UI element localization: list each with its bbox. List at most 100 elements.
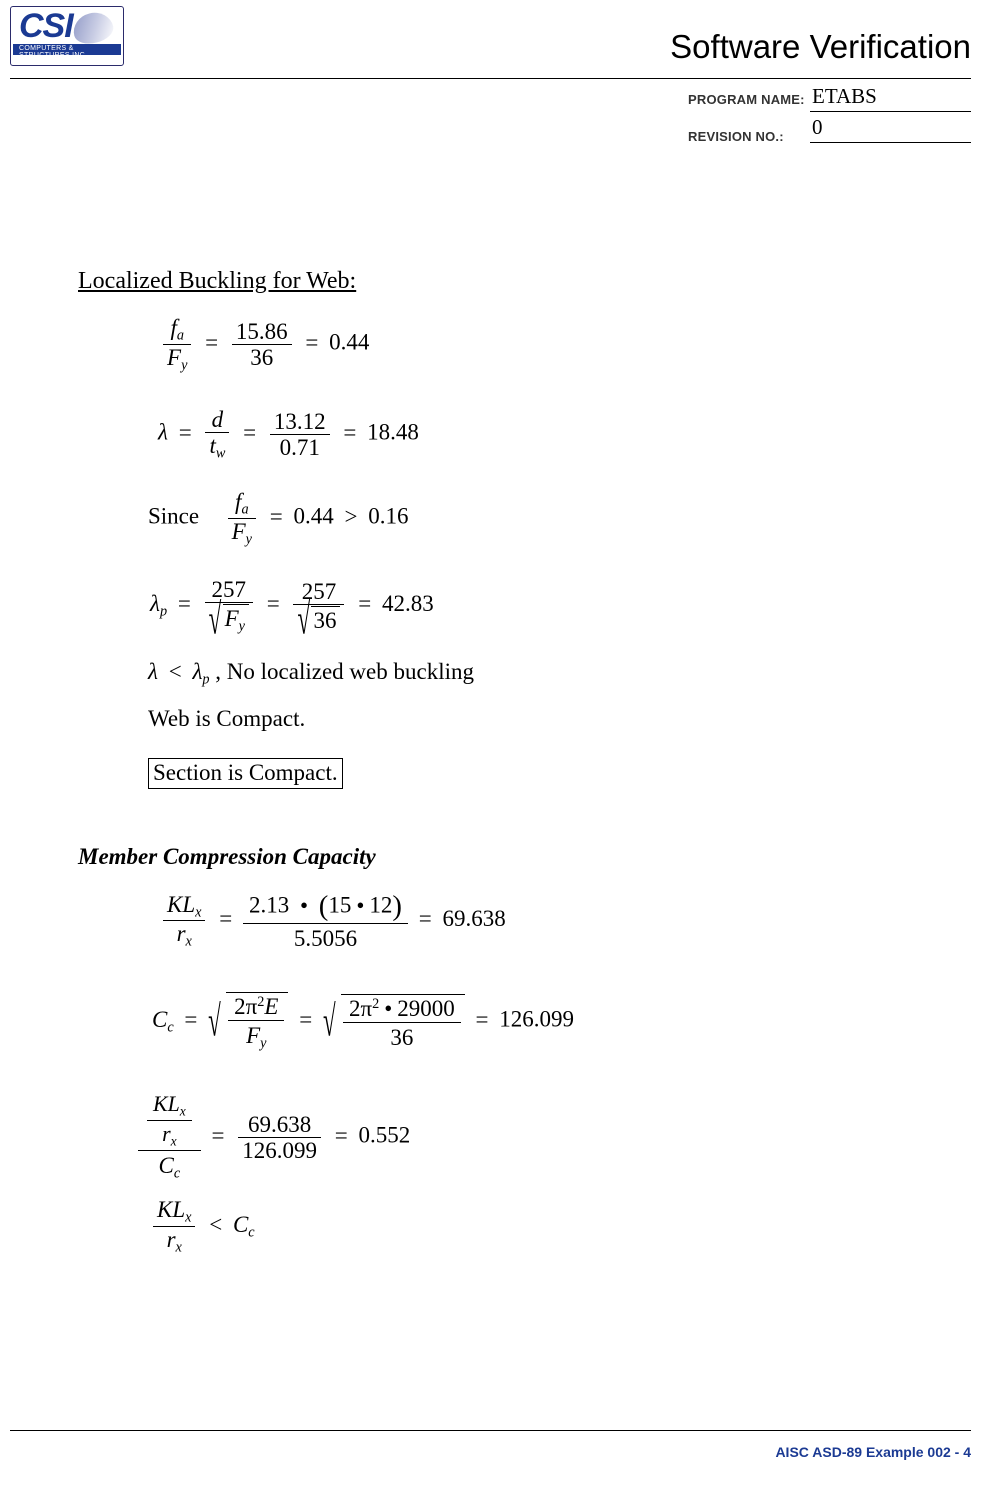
result-1848: 18.48 bbox=[367, 419, 419, 445]
program-name-underline bbox=[810, 111, 971, 112]
sqrt-2pi2e-fy: 2π2E Fy bbox=[208, 992, 289, 1052]
value-55056: 5.5056 bbox=[293, 925, 358, 951]
equation-since-ratio: Since fa Fy = 0.44 > 0.16 bbox=[148, 489, 409, 548]
fy-denominator-3: F bbox=[246, 1023, 261, 1048]
program-name-value: ETABS bbox=[812, 84, 877, 108]
lambda-p-symbol: λ bbox=[150, 591, 160, 617]
value-213: 2.13 bbox=[248, 892, 290, 918]
frac-257-sqrt36: 257 36 bbox=[293, 580, 345, 632]
frac-257-sqrtfy: 257 Fy bbox=[204, 578, 253, 634]
result-69638: 69.638 bbox=[442, 906, 506, 932]
heading-member-compression-capacity: Member Compression Capacity bbox=[78, 844, 376, 869]
value-36: 36 bbox=[250, 344, 274, 370]
equation-lambda-web: λ = d tw = 13.12 0.71 = 18.48 bbox=[158, 407, 419, 462]
section-compact-box: Section is Compact. bbox=[148, 758, 343, 789]
frac-d-tw: d tw bbox=[205, 408, 230, 462]
value-126099: 126.099 bbox=[242, 1137, 317, 1163]
r-denominator-2: r bbox=[162, 1121, 171, 1146]
lambda-rhs: λ bbox=[192, 659, 203, 684]
value-1312: 13.12 bbox=[269, 410, 330, 435]
kl-numerator: KL bbox=[167, 891, 196, 917]
frac-fa-fy-2: fa Fy bbox=[227, 490, 256, 548]
program-name-label: PROGRAM NAME: bbox=[688, 92, 805, 107]
no-buckling-text: , No localized web buckling bbox=[215, 659, 474, 684]
comparator-gt: > bbox=[344, 503, 358, 529]
frac-213-55056: 2.13 • (15 • 12) 5.5056 bbox=[242, 892, 408, 951]
equation-cc: Cc = 2π2E Fy = 2π2•29000 36 = 126.099 bbox=[152, 992, 574, 1051]
sqrt-2pi2-29000-36: 2π2•29000 36 bbox=[323, 993, 465, 1049]
header-divider bbox=[10, 78, 971, 79]
heading-localized-buckling-web: Localized Buckling for Web: bbox=[78, 268, 357, 294]
cc-denominator: C bbox=[158, 1152, 174, 1178]
r-sub-3: x bbox=[175, 1239, 182, 1256]
value-1586: 15.86 bbox=[231, 320, 292, 345]
result-044: 0.44 bbox=[329, 329, 370, 355]
equation-klx-rx: KLx rx = 2.13 • (15 • 12) 5.5056 = 69.638 bbox=[160, 892, 506, 950]
sqrt-36: 36 bbox=[297, 606, 341, 632]
fy-under-sqrt: F bbox=[224, 606, 239, 631]
revision-underline bbox=[810, 142, 971, 143]
fa-sub: a bbox=[176, 327, 184, 344]
result-4283: 42.83 bbox=[381, 591, 434, 617]
comparator-lt: < bbox=[168, 659, 182, 684]
revision-label: REVISION NO.: bbox=[688, 129, 784, 144]
lambda-symbol: λ bbox=[158, 419, 168, 445]
logo-company-bar: COMPUTERS & STRUCTURES INC. bbox=[13, 44, 121, 59]
footer-reference: AISC ASD-89 Example 002 - 4 bbox=[775, 1444, 971, 1460]
fa-sub-2: a bbox=[241, 501, 249, 518]
pi-b: π bbox=[360, 995, 373, 1021]
equation-fa-over-fy: fa Fy = 15.86 36 = 0.44 bbox=[160, 316, 369, 373]
kl-numerator-3: KL bbox=[157, 1197, 186, 1222]
fy-sub-3: y bbox=[260, 1035, 267, 1052]
equation-klx-rx-lt-cc: KLx rx < Cc bbox=[150, 1198, 255, 1255]
d-numerator: d bbox=[205, 408, 230, 433]
logo-swoosh-icon bbox=[69, 8, 117, 48]
frac-klxrx-over-cc: KLx rx Cc bbox=[138, 1092, 201, 1182]
r-sub: x bbox=[185, 933, 192, 950]
kl-sub-2: x bbox=[179, 1103, 186, 1119]
cc-sub: c bbox=[167, 1019, 174, 1036]
fy-under-sqrt-sub: y bbox=[238, 618, 245, 635]
fy-sub: y bbox=[181, 357, 188, 374]
comparator-lt-2: < bbox=[209, 1211, 223, 1237]
result-126099: 126.099 bbox=[499, 1006, 574, 1032]
lambda-p-sub: p bbox=[159, 603, 168, 620]
pi-a: π bbox=[245, 994, 258, 1019]
frac-1312-071: 13.12 0.71 bbox=[269, 410, 330, 459]
fy-denominator-2: F bbox=[231, 518, 246, 544]
value-29000: 29000 bbox=[397, 995, 455, 1021]
value-016: 0.16 bbox=[368, 503, 409, 529]
value-36-under-sqrt: 36 bbox=[311, 606, 341, 632]
fy-sub-2: y bbox=[245, 531, 252, 548]
equation-slenderness-ratio: KLx rx Cc = 69.638 126.099 = 0.552 bbox=[138, 1092, 411, 1182]
csi-logo: CSI COMPUTERS & STRUCTURES INC. bbox=[10, 6, 124, 66]
footer-divider bbox=[10, 1430, 971, 1431]
pi-pow-b: 2 bbox=[372, 996, 380, 1013]
page-header: CSI COMPUTERS & STRUCTURES INC. Software… bbox=[0, 0, 981, 155]
value-69638: 69.638 bbox=[238, 1113, 321, 1138]
revision-value: 0 bbox=[812, 115, 823, 139]
kl-sub: x bbox=[195, 904, 202, 921]
kl-numerator-2: KL bbox=[153, 1092, 180, 1116]
value-044: 0.44 bbox=[293, 503, 334, 529]
sqrt-fy: Fy bbox=[209, 604, 249, 634]
lambda-rhs-sub: p bbox=[202, 671, 210, 688]
tw-sub: w bbox=[215, 445, 226, 462]
logo-text: CSI bbox=[19, 7, 74, 45]
cc-denominator-sub: c bbox=[173, 1165, 181, 1182]
fy-denominator: F bbox=[167, 344, 182, 370]
e-modulus: E bbox=[264, 994, 279, 1019]
equation-lambda-compare: λ < λp , No localized web buckling bbox=[148, 660, 474, 687]
value-12: 12 bbox=[369, 892, 393, 918]
result-0552: 0.552 bbox=[358, 1122, 411, 1148]
equation-lambda-p: λp = 257 Fy = 257 36 = 42.83 bbox=[150, 578, 434, 634]
document-title: Software Verification bbox=[670, 28, 971, 65]
frac-klx-rx-2: KLx rx bbox=[147, 1092, 192, 1148]
kl-sub-3: x bbox=[185, 1209, 192, 1226]
cc-rhs-sub: c bbox=[248, 1224, 255, 1241]
lambda-lhs: λ bbox=[148, 659, 158, 684]
frac-2pi2e-fy: 2π2E Fy bbox=[228, 994, 285, 1052]
frac-69638-126099: 69.638 126.099 bbox=[238, 1113, 321, 1162]
frac-1586-36: 15.86 36 bbox=[231, 320, 292, 370]
cc-rhs: C bbox=[232, 1211, 249, 1237]
